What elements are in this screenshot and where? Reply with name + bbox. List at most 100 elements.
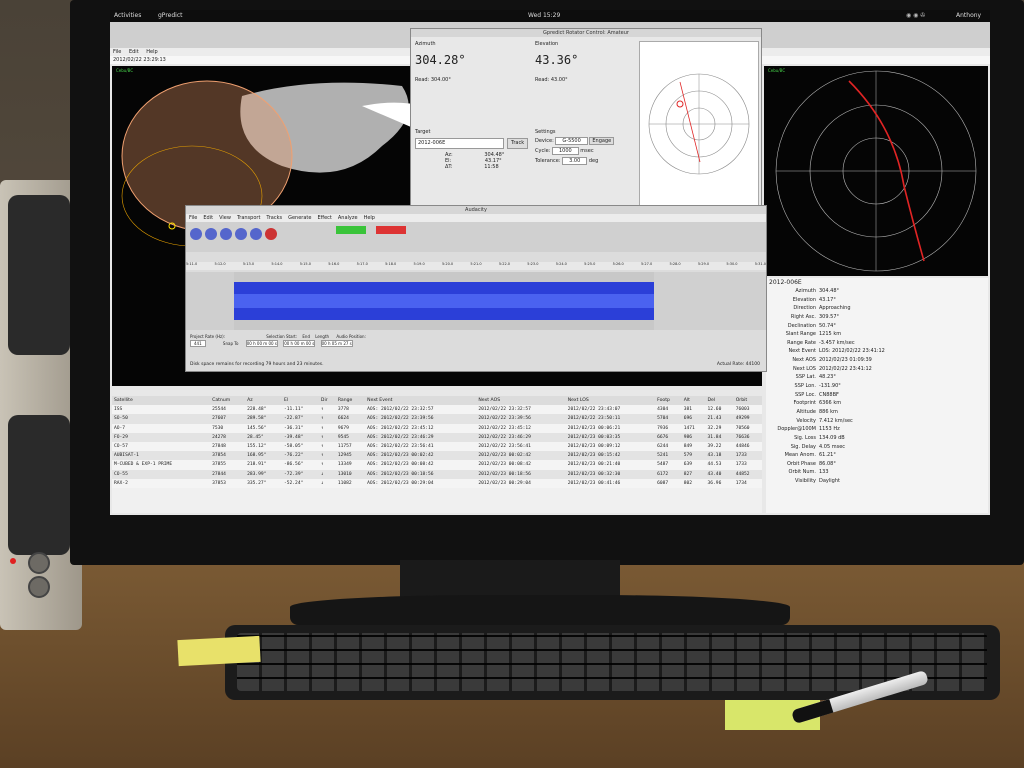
- menu-file[interactable]: File: [113, 49, 121, 55]
- ruler-tick: 5:16.0: [328, 262, 340, 266]
- target-box: Target 2012-006E Track Az: 304.48° El: 4…: [415, 129, 535, 170]
- record-button[interactable]: [265, 228, 277, 240]
- pause-button[interactable]: [190, 228, 202, 240]
- track-control-panel[interactable]: [186, 272, 234, 330]
- sat-info-row: Doppler@100M 1153 Hz: [766, 425, 885, 434]
- clock[interactable]: Wed 15:29: [528, 10, 560, 22]
- column-header[interactable]: El: [281, 396, 319, 406]
- selection-start-field[interactable]: 00 h 00 m 00 s: [245, 340, 278, 347]
- audacity-menu-item[interactable]: Analyze: [338, 215, 358, 221]
- table-row[interactable]: AUBISAT-1 37854 168.95° -76.22° ↑ 12945 AOS: 2…: [112, 451, 762, 461]
- table-cell: 13010: [335, 469, 366, 479]
- column-header[interactable]: Orbit: [733, 396, 762, 406]
- table-cell: ↑: [318, 423, 336, 433]
- rotator-polar-view[interactable]: [639, 41, 759, 207]
- column-header[interactable]: Next LOS: [565, 396, 656, 406]
- column-header[interactable]: Az: [245, 396, 282, 406]
- column-header[interactable]: Next Event: [365, 396, 477, 406]
- table-cell: AOS: 2012/02/22 23:32:57: [365, 405, 477, 415]
- audacity-menu-item[interactable]: View: [219, 215, 231, 221]
- skip-end-button[interactable]: [250, 228, 262, 240]
- status-icons[interactable]: ◉ ◉ ✇: [906, 10, 925, 22]
- snap-to-label[interactable]: Snap To: [223, 341, 239, 346]
- table-cell: 155.12°: [245, 441, 282, 452]
- sat-info-row: Orbit Num. 133: [766, 468, 885, 477]
- skip-start-button[interactable]: [235, 228, 247, 240]
- column-header[interactable]: Satellite: [112, 396, 211, 406]
- keyboard-keys: [237, 633, 987, 691]
- stop-button[interactable]: [220, 228, 232, 240]
- table-cell: 2012/02/23 00:15:42: [565, 451, 656, 461]
- settings-label: Settings: [535, 129, 556, 135]
- sat-info-row: Velocity 7.412 km/sec: [766, 417, 885, 426]
- table-cell: 12945: [335, 451, 366, 461]
- polar-qth-label: Cebu/BC: [768, 68, 786, 73]
- tolerance-input[interactable]: 3.00: [562, 157, 588, 165]
- table-cell: ↓: [318, 469, 336, 479]
- table-cell: AOS: 2012/02/23 00:02:42: [365, 451, 477, 461]
- table-row[interactable]: ISS 25544 228.48° -11.11° ↑ 3778 AOS: 2012/02/…: [112, 405, 762, 415]
- empty-track-area[interactable]: [654, 272, 766, 330]
- user-menu[interactable]: Anthony: [956, 10, 981, 22]
- audacity-menu-item[interactable]: Effect: [317, 215, 331, 221]
- ruler-tick: 5:22.0: [498, 262, 511, 266]
- table-cell: 25544: [210, 405, 246, 415]
- polar-plot[interactable]: Cebu/BC: [764, 66, 988, 276]
- audacity-menu-item[interactable]: Transport: [237, 215, 260, 221]
- audacity-menu-bar: File Edit View Transport Tracks Generate Effec…: [186, 214, 766, 222]
- azimuth-value[interactable]: 304.28°: [415, 53, 535, 67]
- menu-help[interactable]: Help: [146, 49, 157, 55]
- audacity-menu-item[interactable]: Generate: [288, 215, 311, 221]
- audacity-menu-item[interactable]: Help: [364, 215, 375, 221]
- ruler-tick: 5:31.0: [754, 262, 766, 266]
- column-header[interactable]: Alt: [681, 396, 706, 406]
- sat-info-row: Next LOS 2012/02/22 23:41:12: [766, 365, 885, 374]
- activities-button[interactable]: Activities: [114, 10, 141, 22]
- table-row[interactable]: CO-57 27848 155.12° -58.05° ↑ 11757 AOS: 2012/…: [112, 441, 762, 452]
- column-header[interactable]: Next AOS: [476, 396, 566, 406]
- project-rate-select[interactable]: 441: [190, 340, 206, 347]
- column-header[interactable]: Range: [335, 396, 366, 406]
- column-header[interactable]: Dir: [318, 396, 336, 406]
- device-select[interactable]: G-5500: [555, 137, 588, 145]
- table-cell: 9679: [335, 423, 366, 433]
- table-row[interactable]: FO-29 24278 28.45° -39.48° ↑ 9545 AOS: 2012/02…: [112, 432, 762, 442]
- table-row[interactable]: SO-50 27607 289.58° -22.87° ↑ 6624 AOS: 2012/0…: [112, 414, 762, 424]
- sat-info-key: Velocity: [796, 417, 816, 424]
- table-cell: -39.48°: [281, 432, 319, 442]
- waveform-track[interactable]: [234, 272, 654, 330]
- track-button[interactable]: Track: [507, 138, 529, 149]
- table-row[interactable]: AO-7 7530 145.56° -36.31° ↑ 9679 AOS: 2012/02/…: [112, 423, 762, 433]
- column-header[interactable]: Del: [705, 396, 734, 406]
- app-menu[interactable]: gPredict: [158, 10, 182, 22]
- play-button[interactable]: [205, 228, 217, 240]
- elevation-read: Read: 43.00°: [535, 77, 568, 83]
- target-select[interactable]: 2012-006E: [415, 138, 504, 149]
- engage-button[interactable]: Engage: [589, 137, 615, 145]
- column-header[interactable]: Footp: [655, 396, 682, 406]
- table-row[interactable]: CO-55 27844 283.99° -72.39° ↓ 13010 AOS: 2012/…: [112, 469, 762, 479]
- sat-info-value: -3.457 km/sec: [819, 339, 855, 346]
- table-cell: -72.39°: [281, 469, 319, 479]
- audacity-menu-item[interactable]: Edit: [203, 215, 213, 221]
- table-row[interactable]: RAX-2 37853 335.27° -52.24° ↓ 11082 AOS: 2012/…: [112, 478, 762, 488]
- sat-info-key: Sig. Loss: [794, 434, 816, 441]
- audacity-menu-item[interactable]: Tracks: [266, 215, 282, 221]
- audio-position-field[interactable]: 00 h 05 m 27 s: [320, 340, 353, 347]
- table-row[interactable]: M-CUBED & EXP-1 PRIME 37855 218.91° -86.56°…: [112, 460, 762, 470]
- audacity-menu-item[interactable]: File: [189, 215, 197, 221]
- end-radio-label[interactable]: End: [302, 334, 310, 339]
- length-radio-label[interactable]: Length: [315, 334, 329, 339]
- ruler-tick: 5:17.0: [356, 262, 368, 266]
- menu-edit[interactable]: Edit: [129, 49, 139, 55]
- selection-end-field[interactable]: 00 h 00 m 00 s: [283, 340, 316, 347]
- table-cell: 2012/02/22 23:32:57: [476, 405, 566, 415]
- timeline-ruler[interactable]: 5:11.0 5:12.0 5:13.0 5:14.0 5:15.0 5:16.0 5:17…: [186, 262, 766, 270]
- cycle-input[interactable]: 1000: [551, 147, 579, 155]
- sat-info-key: Altitude: [796, 408, 816, 415]
- sat-info-value: 6366 km: [819, 400, 842, 407]
- table-cell: 2012/02/22 23:45:12: [476, 423, 566, 433]
- sat-info-value: 1215 km: [819, 331, 842, 338]
- elevation-value[interactable]: 43.36°: [535, 53, 635, 67]
- column-header[interactable]: Catnum: [210, 396, 246, 406]
